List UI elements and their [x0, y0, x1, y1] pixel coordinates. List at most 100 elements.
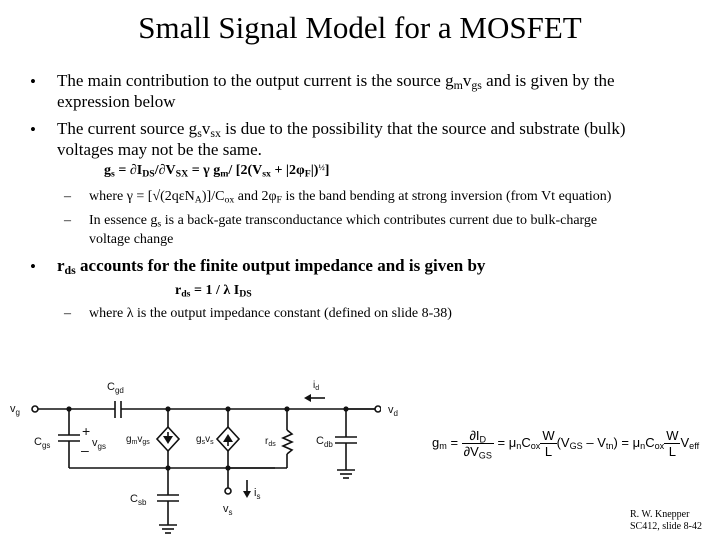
subscript: DS [142, 168, 155, 180]
subscript: DS [239, 288, 252, 300]
is-label: is [254, 487, 260, 501]
text: is due to the possibility that the sourc… [220, 119, 626, 138]
subscript: GS [478, 450, 492, 461]
bullet-marker: • [30, 120, 36, 139]
junction-dot [66, 406, 72, 412]
text: voltages may not be the same. [57, 140, 262, 159]
text: )]/C [201, 189, 225, 204]
bullet-1-text: The main contribution to the output curr… [57, 70, 615, 112]
slide-title: Small Signal Model for a MOSFET [138, 10, 582, 45]
subscript: sx [262, 168, 271, 180]
gamma-definition: where γ = [√(2qεNA)]/Cox and 2φF is the … [89, 187, 611, 207]
minus-sign: – [81, 442, 89, 458]
gmvgs-label: gmvgs [126, 434, 150, 446]
text: V [165, 163, 176, 178]
junction-dot [165, 465, 171, 471]
text: r [57, 256, 65, 275]
cgs-label: Cgs [34, 436, 50, 450]
text: In essence g [89, 213, 158, 228]
fraction: WL [664, 428, 681, 459]
subscript: sx [210, 125, 221, 140]
text: (V [556, 434, 570, 450]
text: (2qεN [160, 189, 195, 204]
junction-dot [343, 406, 349, 412]
text: ] [324, 163, 330, 178]
bullet-2-text: The current source gsvsx is due to the p… [57, 118, 626, 160]
rds-resistor [281, 429, 294, 455]
text: and 2φ [234, 189, 277, 204]
subscript: A [194, 194, 202, 206]
dash-marker: – [64, 213, 71, 228]
junction-dot [284, 406, 290, 412]
text: The current source g [57, 119, 198, 138]
vgs-label: vgs [92, 437, 106, 451]
left-arrow-icon [304, 394, 311, 402]
author-name: R. W. Knepper [630, 509, 690, 520]
text: ) [613, 434, 618, 450]
slide-reference: SC412, slide 8-42 [630, 521, 702, 532]
text: = 1 / λ I [190, 283, 240, 298]
text: – V [582, 434, 606, 450]
bullet-marker: • [30, 257, 36, 276]
text: V [680, 434, 690, 450]
small-signal-circuit: vg Cgd Cgs + – vgs gmvgs gsvs rds Cdb Cs… [10, 380, 420, 534]
text: expression below [57, 92, 176, 111]
text: is the band bending at strong inversion … [281, 189, 612, 204]
subscript: ox [224, 194, 235, 206]
fraction: ∂ID ∂VGS [461, 428, 494, 461]
text: + |2φ [270, 163, 305, 178]
subscript: ox [654, 441, 665, 452]
vg-label: vg [10, 403, 20, 417]
gsvs-label: gsvs [196, 434, 214, 446]
subscript: m [453, 77, 463, 92]
subscript: SX [175, 168, 189, 180]
subscript: ox [530, 441, 541, 452]
author-credit: R. W. Knepper SC412, slide 8-42 [630, 509, 702, 533]
drain-terminal [374, 405, 382, 413]
mask [381, 404, 420, 414]
text: C [645, 434, 655, 450]
text: ∂V [463, 444, 479, 459]
text: accounts for the finite output impedance… [75, 256, 486, 275]
text: = [450, 434, 459, 450]
source-terminal [224, 487, 232, 495]
junction-dot [225, 406, 231, 412]
text: is a back-gate transconductance which co… [161, 213, 598, 228]
text: / [2(V [228, 163, 263, 178]
dash-marker: – [64, 306, 71, 321]
dash-marker: – [64, 189, 71, 204]
bullet-marker: • [30, 72, 36, 91]
subscript: D [479, 434, 487, 445]
rds-label: rds [265, 436, 276, 448]
text: = [497, 434, 506, 450]
subscript: eff [689, 441, 700, 452]
subscript: GS [569, 441, 583, 452]
text: where γ = [ [89, 189, 153, 204]
gm-equation: gm = ∂ID ∂VGS = μnCox W L (VGS – Vtn) = μnC… [432, 428, 700, 461]
back-gate-description: In essence gs is a back-gate transconduc… [89, 211, 597, 249]
partial-symbol: ∂ [129, 163, 137, 178]
subscript: m [439, 441, 447, 452]
plus-sign: + [82, 423, 90, 439]
lambda-definition: where λ is the output impedance constant… [89, 306, 452, 321]
sqrt-icon: √ [152, 189, 161, 204]
bullet-3-text: rds accounts for the finite output imped… [57, 255, 485, 276]
cdb-label: Cdb [316, 435, 333, 449]
rds-equation: rds = 1 / λ IDS [175, 283, 252, 299]
text: g [104, 163, 111, 178]
cgd-label: Cgd [107, 381, 124, 395]
csb-label: Csb [130, 493, 147, 507]
text: and is given by the [481, 71, 615, 90]
subscript: ds [64, 262, 76, 277]
text: = [114, 163, 130, 178]
id-label: id [313, 380, 319, 392]
junction-dot [165, 406, 171, 412]
down-arrow-icon [243, 491, 251, 498]
gate-terminal [31, 405, 39, 413]
text: = γ g [188, 163, 221, 178]
subscript: gs [471, 77, 482, 92]
vs-label: vs [223, 503, 233, 517]
text: C [521, 434, 531, 450]
text: ∂I [469, 428, 480, 443]
text: = [621, 434, 630, 450]
